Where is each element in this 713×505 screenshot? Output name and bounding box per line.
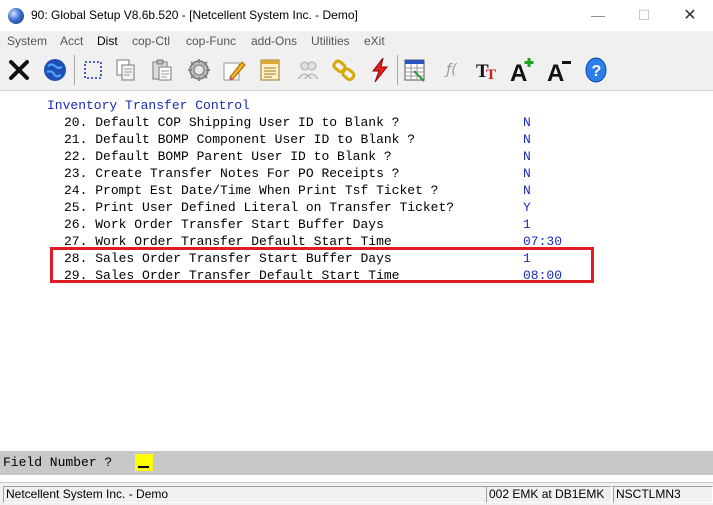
field-value: N (523, 132, 531, 147)
help-icon[interactable]: ? (580, 54, 611, 85)
field-value: N (523, 166, 531, 181)
field-label: Default COP Shipping User ID to Blank ? (95, 115, 400, 130)
field-label: Default BOMP Component User ID to Blank … (95, 132, 416, 147)
field-row-23[interactable]: 23. Create Transfer Notes For PO Receipt… (64, 165, 399, 182)
users-icon[interactable] (292, 54, 323, 85)
field-number: 25. (64, 200, 88, 215)
status-server: NSCTLMN3 (613, 486, 713, 503)
toolbar-separator (397, 55, 398, 85)
field-number: 26. (64, 217, 88, 232)
maximize-button[interactable]: ☐ (621, 0, 667, 31)
menu-bar: System Acct Dist cop-Ctl cop-Func add-On… (0, 31, 713, 51)
field-row-26[interactable]: 26. Work Order Transfer Start Buffer Day… (64, 216, 384, 233)
menu-system[interactable]: System (7, 34, 47, 48)
field-label: Create Transfer Notes For PO Receipts ? (95, 166, 400, 181)
toolbar-separator (74, 55, 75, 85)
menu-dist[interactable]: Dist (97, 34, 118, 48)
field-row-22[interactable]: 22. Default BOMP Parent User ID to Blank… (64, 148, 392, 165)
field-label: Prompt Est Date/Time When Print Tsf Tick… (95, 183, 439, 198)
field-label: Print User Defined Literal on Transfer T… (95, 200, 455, 215)
font-increase-icon[interactable]: A (506, 54, 537, 85)
field-value: N (523, 183, 531, 198)
field-row-25[interactable]: 25. Print User Defined Literal on Transf… (64, 199, 454, 216)
field-label: Default BOMP Parent User ID to Blank ? (95, 149, 392, 164)
svg-text:T: T (486, 67, 496, 83)
menu-exit[interactable]: eXit (364, 34, 385, 48)
globe-icon[interactable] (39, 54, 70, 85)
prompt-bar: Field Number ? (0, 451, 713, 475)
spreadsheet-icon[interactable] (399, 54, 430, 85)
window-title: 90: Global Setup V8.6b.520 - [Netcellent… (31, 8, 358, 22)
field-number: 20. (64, 115, 88, 130)
menu-utilities[interactable]: Utilities (311, 34, 350, 48)
lightning-icon[interactable] (364, 54, 395, 85)
field-value: 1 (523, 217, 531, 232)
menu-cop-ctl[interactable]: cop-Ctl (132, 34, 170, 48)
field-label: Work Order Transfer Start Buffer Days (95, 217, 384, 232)
field-number: 22. (64, 149, 88, 164)
field-value: N (523, 149, 531, 164)
function-icon[interactable]: ƒ( (436, 54, 467, 85)
field-row-21[interactable]: 21. Default BOMP Component User ID to Bl… (64, 131, 415, 148)
minimize-button[interactable]: — (575, 0, 621, 31)
text-cursor (138, 466, 149, 468)
app-globe-icon (8, 8, 24, 24)
terminal-screen: Inventory Transfer Control 20. Default C… (0, 91, 713, 451)
field-number: 23. (64, 166, 88, 181)
field-value: N (523, 115, 531, 130)
link-icon[interactable] (328, 54, 359, 85)
font-decrease-icon[interactable]: A (543, 54, 574, 85)
edit-icon[interactable] (218, 54, 249, 85)
highlight-box (50, 247, 594, 283)
status-session: 002 EMK at DB1EMK (486, 486, 612, 503)
field-number-input[interactable] (135, 454, 153, 471)
svg-text:?: ? (591, 63, 601, 80)
screen-heading: Inventory Transfer Control (47, 98, 250, 113)
settings-icon[interactable] (183, 54, 214, 85)
field-row-24[interactable]: 24. Prompt Est Date/Time When Print Tsf … (64, 182, 438, 199)
toolbar: ƒ( TT A A ? (0, 51, 713, 91)
menu-cop-func[interactable]: cop-Func (186, 34, 236, 48)
notes-icon[interactable] (254, 54, 285, 85)
paste-icon[interactable] (146, 54, 177, 85)
font-icon[interactable]: TT (471, 54, 502, 85)
copy-icon[interactable] (110, 54, 141, 85)
field-value: Y (523, 200, 531, 215)
svg-text:A: A (547, 60, 564, 84)
exit-icon[interactable] (3, 54, 34, 85)
field-number-prompt: Field Number ? (3, 455, 113, 470)
field-row-20[interactable]: 20. Default COP Shipping User ID to Blan… (64, 114, 399, 131)
field-number: 21. (64, 132, 88, 147)
status-bar: Netcellent System Inc. - Demo 002 EMK at… (0, 482, 713, 505)
menu-acct[interactable]: Acct (60, 34, 83, 48)
field-number: 24. (64, 183, 88, 198)
menu-add-ons[interactable]: add-Ons (251, 34, 297, 48)
close-button[interactable]: ✕ (667, 0, 713, 31)
status-company: Netcellent System Inc. - Demo (3, 486, 487, 503)
select-icon[interactable] (77, 54, 108, 85)
title-bar: 90: Global Setup V8.6b.520 - [Netcellent… (0, 0, 713, 31)
